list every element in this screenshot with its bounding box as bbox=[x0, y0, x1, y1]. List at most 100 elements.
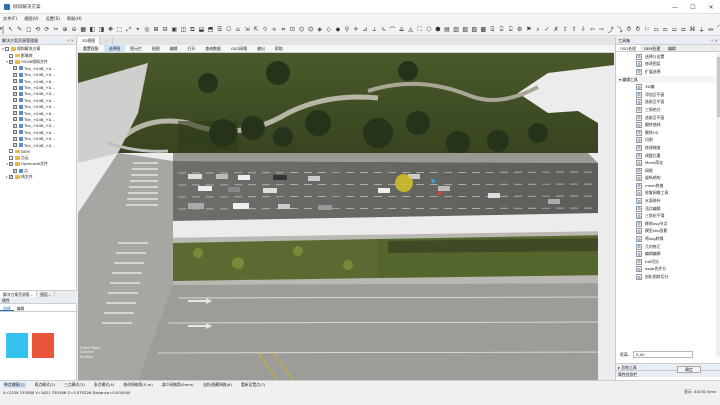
toolbar-tool-icon[interactable]: ▧ bbox=[462, 26, 469, 33]
capture-mode-button[interactable]: 修改网格简(5-m) bbox=[123, 382, 152, 388]
close-button[interactable]: ✕ bbox=[702, 0, 720, 14]
toolbar-tool-icon[interactable]: ◨ bbox=[98, 26, 105, 33]
tab-edit[interactable]: 编辑 bbox=[14, 305, 28, 311]
tree-checkbox[interactable]: ✓ bbox=[9, 162, 13, 167]
toolbar-tool-icon[interactable]: ⌺ bbox=[507, 26, 514, 33]
toolbar-tool-icon[interactable]: ◎ bbox=[143, 26, 150, 33]
toolbar-tool-icon[interactable]: ⚎ bbox=[662, 26, 669, 33]
tree-checkbox[interactable]: ✓ bbox=[13, 85, 17, 90]
toolbar-tool-icon[interactable]: ⚐ bbox=[644, 26, 651, 33]
tree-checkbox[interactable]: ✓ bbox=[9, 59, 13, 64]
toolbar-tool-icon[interactable]: ⛶ bbox=[416, 26, 423, 33]
tree-checkbox[interactable] bbox=[5, 47, 9, 52]
tab-edit[interactable]: 编辑 bbox=[664, 45, 680, 51]
tool-item[interactable]: ⚙ 编辑编辑 bbox=[616, 250, 720, 258]
tree-checkbox[interactable]: ✓ bbox=[13, 123, 17, 128]
toolbar-tool-icon[interactable]: ⌂ bbox=[234, 26, 241, 33]
toolbar-tool-icon[interactable]: ⊿ bbox=[362, 26, 369, 33]
toolbar-tool-icon[interactable]: ▥ bbox=[453, 26, 460, 33]
tool-item[interactable]: ⚙ 剖析图斜切分 bbox=[616, 273, 720, 281]
toolbar-tool-icon[interactable]: ⚑ bbox=[525, 26, 532, 33]
toolbar-tool-icon[interactable]: ⤢ bbox=[125, 26, 132, 33]
tool-list-scrollbar[interactable] bbox=[716, 53, 720, 357]
ribbon-tab[interactable]: 编辑 bbox=[165, 45, 183, 52]
tool-item[interactable]: ⚙ 翻转曲线 bbox=[616, 121, 720, 129]
tool-item[interactable]: ⚙ 扩展选择 bbox=[616, 68, 720, 76]
toolbar-tool-icon[interactable]: ⏣ bbox=[307, 26, 314, 33]
toolbar-tool-icon[interactable]: ⏛ bbox=[707, 26, 714, 34]
capture-mode-button[interactable]: 三点模式(3) bbox=[64, 382, 85, 388]
tool-item[interactable]: ⚙ 切割 bbox=[616, 137, 720, 145]
tool-item[interactable]: ⚙ 水面修补 bbox=[616, 197, 720, 205]
menu-view[interactable]: 视图(V) bbox=[24, 16, 39, 22]
tool-item[interactable]: ⚙ mesh修复 bbox=[616, 182, 720, 190]
toolbar-tool-icon[interactable]: ⬓ bbox=[198, 26, 205, 33]
tree-checkbox[interactable]: ✓ bbox=[13, 104, 17, 109]
tool-item[interactable]: ⚙ 调整比重 bbox=[616, 152, 720, 160]
ribbon-tab[interactable]: 打开 bbox=[182, 45, 200, 52]
toolbar-tool-icon[interactable]: ⟲ bbox=[34, 26, 41, 33]
toolbar-tool-icon[interactable]: ⇪ bbox=[562, 26, 569, 33]
tool-item[interactable]: ⚙ 删除OS bbox=[616, 129, 720, 137]
toolbar-tool-icon[interactable]: ⚲ bbox=[343, 26, 350, 33]
toolbar-tool-icon[interactable]: ⤵ bbox=[616, 26, 623, 34]
tab-3d-view[interactable]: 3D视图 bbox=[78, 37, 101, 45]
toolbar-tool-icon[interactable]: ▦ bbox=[80, 26, 87, 33]
aerial-scene[interactable] bbox=[78, 53, 614, 380]
tool-item[interactable]: ⚙ 三角结分 bbox=[616, 106, 720, 114]
toolbar-tool-icon[interactable]: ⧉ bbox=[189, 26, 196, 33]
pin-icon[interactable]: ⊣ ✕ bbox=[66, 38, 74, 43]
toolbar-tool-icon[interactable]: ⟡ bbox=[271, 26, 278, 33]
toolbar-tool-icon[interactable]: ✗ bbox=[553, 26, 560, 33]
tool-item[interactable]: ⚙ osgb合并分 bbox=[616, 266, 720, 274]
toolbar-tool-icon[interactable]: ⬚ bbox=[116, 26, 123, 33]
toolbar-tool-icon[interactable]: ⟐ bbox=[262, 26, 269, 33]
tab-dem[interactable]: DEM处理 bbox=[640, 45, 664, 51]
toolbar-tool-icon[interactable]: ⬒ bbox=[207, 26, 214, 33]
toolbar-tool-icon[interactable]: ⌬ bbox=[298, 26, 305, 33]
tree-item[interactable]: ▸ ✓ 线文件 bbox=[1, 174, 75, 180]
toolbar-tool-icon[interactable]: ✂ bbox=[52, 26, 59, 33]
summary-tools-header[interactable]: ▸ 总结工具 bbox=[616, 363, 720, 370]
toolbar-tool-icon[interactable]: ⊖ bbox=[71, 26, 78, 33]
toolbar-tool-icon[interactable]: ⟁ bbox=[398, 26, 405, 33]
toolbar-tool-icon[interactable]: ☰ bbox=[216, 26, 223, 33]
maximize-button[interactable]: ☐ bbox=[684, 0, 702, 14]
capture-mode-button[interactable]: 单点捕捉(1) bbox=[3, 381, 26, 388]
toolbar-tool-icon[interactable]: ⤴ bbox=[607, 26, 614, 34]
tree-checkbox[interactable]: ✓ bbox=[13, 98, 17, 103]
tool-item[interactable]: ⚙ 模型shp投影 bbox=[616, 228, 720, 236]
toolbar-tool-icon[interactable]: ⇩ bbox=[580, 26, 587, 33]
toolbar-tool-icon[interactable]: ◈ bbox=[316, 26, 323, 33]
capture-mode-button[interactable]: 减少网格简(5mm) bbox=[162, 382, 194, 388]
tab-more[interactable]: ⋮ bbox=[100, 37, 114, 45]
tool-item[interactable]: ⚙ 将osg转换 bbox=[616, 235, 720, 243]
toolbar-tool-icon[interactable]: ⊕ bbox=[62, 26, 69, 33]
tool-item[interactable]: ⚙ 3D编 bbox=[616, 83, 720, 91]
tool-item[interactable]: ⚙ 修改缩放 bbox=[616, 144, 720, 152]
tree-checkbox[interactable]: ✓ bbox=[13, 168, 17, 173]
toolbar-tool-icon[interactable]: ⌒ bbox=[389, 26, 396, 34]
tool-item[interactable]: ⚙ 移除osg节点 bbox=[616, 220, 720, 228]
ribbon-tab[interactable]: 视图 bbox=[147, 45, 165, 52]
tool-group-header[interactable]: ▾ 编辑工具 bbox=[616, 75, 720, 84]
toolbar-tool-icon[interactable]: ⬢ bbox=[434, 26, 441, 33]
toolbar-tool-icon[interactable]: ⬡ bbox=[425, 26, 432, 33]
ok-button[interactable]: 确定 bbox=[677, 366, 701, 373]
toolbar-tool-icon[interactable]: ▤ bbox=[444, 26, 451, 33]
toolbar-tool-icon[interactable]: ⊟ bbox=[162, 26, 169, 33]
toolbar-combo[interactable] bbox=[0, 25, 4, 34]
tree-checkbox[interactable]: ✓ bbox=[13, 66, 17, 71]
toolbar-tool-icon[interactable]: ⌕ bbox=[534, 26, 541, 33]
toolbar-tool-icon[interactable]: ⌸ bbox=[489, 26, 496, 33]
toolbar-tool-icon[interactable]: ⟂ bbox=[371, 26, 378, 33]
ribbon-tab[interactable]: 选择图 bbox=[103, 45, 126, 52]
toolbar-tool-icon[interactable]: ◻ bbox=[25, 26, 32, 33]
tree-checkbox[interactable]: ✓ bbox=[13, 117, 17, 122]
minimize-button[interactable]: — bbox=[666, 0, 684, 14]
toolbar-tool-icon[interactable]: ⎔ bbox=[225, 26, 232, 33]
capture-mode-button[interactable]: 多点模式(4) bbox=[94, 382, 115, 388]
tool-item[interactable]: ⚙ 顶点编辑 bbox=[616, 205, 720, 213]
toolbar-tool-icon[interactable]: ◬ bbox=[407, 26, 414, 33]
toolbar-tool-icon[interactable]: ◫ bbox=[180, 26, 187, 33]
